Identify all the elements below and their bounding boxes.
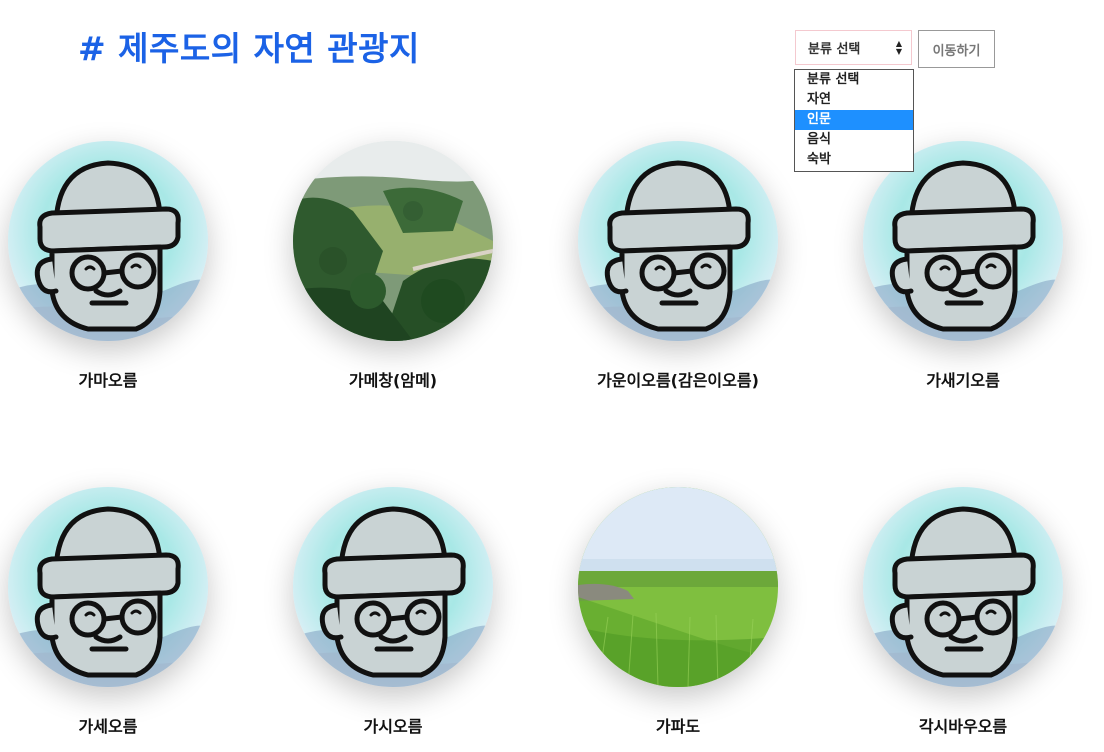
- dropdown-option-food[interactable]: 음식: [795, 130, 913, 150]
- place-card[interactable]: 가세오름: [8, 487, 208, 736]
- dropdown-option-lodging[interactable]: 숙박: [795, 150, 913, 170]
- place-name[interactable]: 가새기오름: [823, 367, 1103, 391]
- dropdown-option-culture[interactable]: 인문: [795, 110, 913, 130]
- place-card[interactable]: 가시오름: [293, 487, 493, 736]
- dropdown-option-select[interactable]: 분류 선택: [795, 70, 913, 90]
- page-title: # 제주도의 자연 관광지: [78, 29, 420, 68]
- go-button[interactable]: 이동하기: [918, 30, 995, 68]
- place-card[interactable]: 가파도: [578, 487, 778, 736]
- place-image-mascot[interactable]: [8, 487, 208, 687]
- select-arrows-icon: ▲ ▼: [895, 39, 902, 56]
- place-name[interactable]: 가운이오름(감은이오름): [538, 367, 818, 391]
- place-image-photo[interactable]: [293, 141, 493, 341]
- dropdown-option-nature[interactable]: 자연: [795, 90, 913, 110]
- place-card[interactable]: 가마오름: [8, 141, 208, 390]
- category-select-value: 분류 선택: [808, 42, 861, 57]
- place-image-photo[interactable]: [578, 487, 778, 687]
- category-dropdown-list: 분류 선택 자연 인문 음식 숙박: [794, 69, 914, 172]
- place-name[interactable]: 가마오름: [0, 367, 248, 391]
- place-card[interactable]: 가운이오름(감은이오름): [578, 141, 778, 390]
- place-card[interactable]: 각시바우오름: [863, 487, 1063, 736]
- place-name[interactable]: 가시오름: [253, 713, 533, 737]
- place-name[interactable]: 가파도: [538, 713, 818, 737]
- place-name[interactable]: 가메창(암메): [253, 367, 533, 391]
- place-image-mascot[interactable]: [578, 141, 778, 341]
- place-image-mascot[interactable]: [293, 487, 493, 687]
- place-image-mascot[interactable]: [8, 141, 208, 341]
- place-image-mascot[interactable]: [863, 487, 1063, 687]
- place-card[interactable]: 가메창(암메): [293, 141, 493, 390]
- place-name[interactable]: 가세오름: [0, 713, 248, 737]
- category-select[interactable]: 분류 선택 ▲ ▼: [795, 30, 912, 65]
- place-name[interactable]: 각시바우오름: [823, 713, 1103, 737]
